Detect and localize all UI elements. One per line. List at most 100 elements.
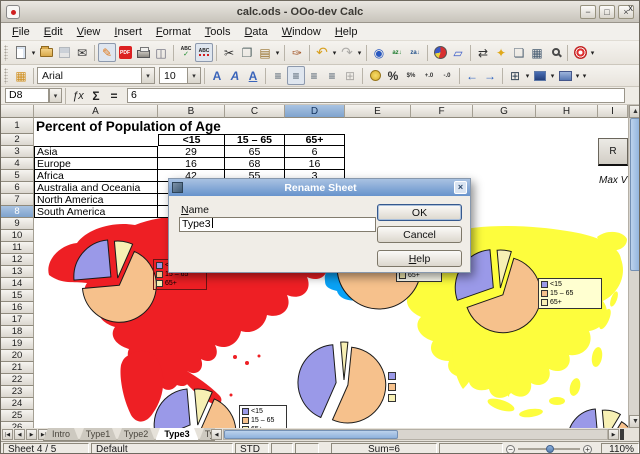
column-header-i[interactable]: I — [598, 105, 628, 118]
data-sources-icon[interactable]: ▦ — [528, 43, 546, 62]
cell-label-a4[interactable]: Europe — [34, 158, 158, 170]
toolbar-overflow-icon[interactable]: ▾ — [589, 49, 596, 57]
minimize-button[interactable]: − — [580, 5, 596, 19]
cell-c3[interactable]: 65 — [225, 146, 285, 158]
standard-format-icon[interactable]: $% — [402, 66, 420, 85]
row-header-3[interactable]: 3 — [1, 146, 34, 158]
cell-label-a3[interactable]: Asia — [34, 146, 158, 158]
ok-button[interactable]: OK — [377, 204, 462, 221]
underline-icon[interactable]: A — [244, 66, 262, 85]
edit-file-icon[interactable]: ✎ — [98, 43, 116, 62]
open-icon[interactable] — [37, 43, 55, 62]
sheet-name-input[interactable]: Type3 — [179, 217, 376, 232]
row-header-1[interactable]: 1 — [1, 118, 34, 134]
previous-sheet-button[interactable]: ◀ — [14, 429, 25, 440]
add-decimal-icon[interactable]: +.0 — [420, 66, 438, 85]
page-style-field[interactable]: Default — [91, 443, 233, 454]
cell-d4[interactable]: 16 — [285, 158, 345, 170]
insert-mode-field[interactable]: STD — [235, 443, 269, 454]
row-header-19[interactable]: 19 — [1, 338, 34, 350]
save-icon[interactable] — [55, 43, 73, 62]
cell-header-b2[interactable]: <15 — [158, 134, 225, 146]
document-close-button[interactable]: x — [628, 3, 633, 14]
vertical-scrollbar[interactable]: ▲ ▼ — [628, 105, 640, 428]
titlebar[interactable]: calc.ods - OOo-dev Calc − □ × — [1, 1, 639, 23]
column-header-g[interactable]: G — [473, 105, 536, 118]
align-right-icon[interactable]: ≡ — [305, 66, 323, 85]
auto-spellcheck-icon[interactable]: ABC — [195, 43, 213, 62]
currency-format-icon[interactable] — [366, 66, 384, 85]
menu-format[interactable]: Format — [149, 25, 198, 39]
equals-icon[interactable]: = — [105, 89, 123, 103]
cancel-button[interactable]: Cancel — [377, 226, 462, 243]
sheet-tab-type3[interactable]: Type3 — [155, 428, 199, 441]
zoom-thumb[interactable] — [546, 445, 554, 453]
cell-d3[interactable]: 6 — [285, 146, 345, 158]
row-header-21[interactable]: 21 — [1, 362, 34, 374]
percent-format-icon[interactable]: % — [384, 66, 402, 85]
sort-ascending-icon[interactable]: az↓ — [388, 43, 406, 62]
paste-icon[interactable]: ▤ — [256, 43, 274, 62]
copy-icon[interactable]: ❐ — [238, 43, 256, 62]
row-header-12[interactable]: 12 — [1, 254, 34, 266]
row-header-17[interactable]: 17 — [1, 314, 34, 326]
borders-icon[interactable]: ⊞ — [506, 66, 524, 85]
row-header-2[interactable]: 2 — [1, 134, 34, 146]
toolbar-grip[interactable] — [4, 68, 8, 84]
export-pdf-icon[interactable]: PDF — [116, 43, 134, 62]
zoom-track[interactable] — [518, 448, 580, 450]
font-name-combo[interactable]: Arial ▾ — [37, 67, 155, 84]
row-header-11[interactable]: 11 — [1, 242, 34, 254]
insert-chart-icon[interactable] — [431, 43, 449, 62]
bold-icon[interactable]: A — [208, 66, 226, 85]
row-header-20[interactable]: 20 — [1, 350, 34, 362]
toolbar-overflow-icon[interactable]: ▾ — [581, 72, 588, 80]
toolbar-grip[interactable] — [4, 45, 8, 61]
page-preview-icon[interactable]: ◫ — [152, 43, 170, 62]
row-header-9[interactable]: 9 — [1, 218, 34, 230]
undo-icon[interactable]: ↶ — [313, 43, 331, 62]
font-size-dropdown-icon[interactable]: ▾ — [187, 68, 200, 83]
maximize-button[interactable]: □ — [599, 5, 615, 19]
spellcheck-icon[interactable]: ABC✓ — [177, 43, 195, 62]
menu-edit[interactable]: Edit — [37, 25, 70, 39]
row-header-24[interactable]: 24 — [1, 398, 34, 410]
cut-icon[interactable]: ✂ — [220, 43, 238, 62]
sum-icon[interactable]: Σ — [87, 89, 105, 103]
decrease-indent-icon[interactable]: ← — [463, 66, 481, 85]
sum-field[interactable]: Sum=6 — [331, 443, 437, 454]
menu-tools[interactable]: Tools — [198, 25, 238, 39]
column-header-f[interactable]: F — [411, 105, 473, 118]
sort-descending-icon[interactable]: za↓ — [406, 43, 424, 62]
menu-file[interactable]: File — [5, 25, 37, 39]
italic-icon[interactable]: A — [226, 66, 244, 85]
gallery-icon[interactable]: ❏ — [510, 43, 528, 62]
vertical-scroll-thumb[interactable] — [630, 118, 640, 271]
cell-header-c2[interactable]: 15 – 65 — [225, 134, 285, 146]
cell-b3[interactable]: 29 — [158, 146, 225, 158]
help-button[interactable]: Help — [377, 250, 462, 267]
row-header-5[interactable]: 5 — [1, 170, 34, 182]
selection-mode-field[interactable] — [271, 443, 293, 454]
column-header-e[interactable]: E — [345, 105, 411, 118]
background-color-icon[interactable] — [531, 66, 549, 85]
menu-view[interactable]: View — [70, 25, 108, 39]
cell-label-a7[interactable]: North America — [34, 194, 158, 206]
redo-icon[interactable]: ↷ — [338, 43, 356, 62]
zoom-in-icon[interactable]: + — [583, 445, 592, 454]
font-color-dropdown-icon[interactable]: ▾ — [574, 72, 581, 80]
row-header-14[interactable]: 14 — [1, 278, 34, 290]
row-header-22[interactable]: 22 — [1, 374, 34, 386]
cell-label-a5[interactable]: Africa — [34, 170, 158, 182]
undo-dropdown-icon[interactable]: ▾ — [331, 49, 338, 57]
find-replace-icon[interactable]: ⇄ — [474, 43, 492, 62]
column-header-a[interactable]: A — [34, 105, 158, 118]
row-header-16[interactable]: 16 — [1, 302, 34, 314]
sheet-position-field[interactable]: Sheet 4 / 5 — [3, 443, 89, 454]
zoom-out-icon[interactable]: − — [506, 445, 515, 454]
cell-header-d2[interactable]: 65+ — [285, 134, 345, 146]
hyperlink-icon[interactable]: ◉ — [370, 43, 388, 62]
background-color-dropdown-icon[interactable]: ▾ — [549, 72, 556, 80]
scroll-down-icon[interactable]: ▼ — [629, 415, 640, 428]
email-icon[interactable]: ✉ — [73, 43, 91, 62]
